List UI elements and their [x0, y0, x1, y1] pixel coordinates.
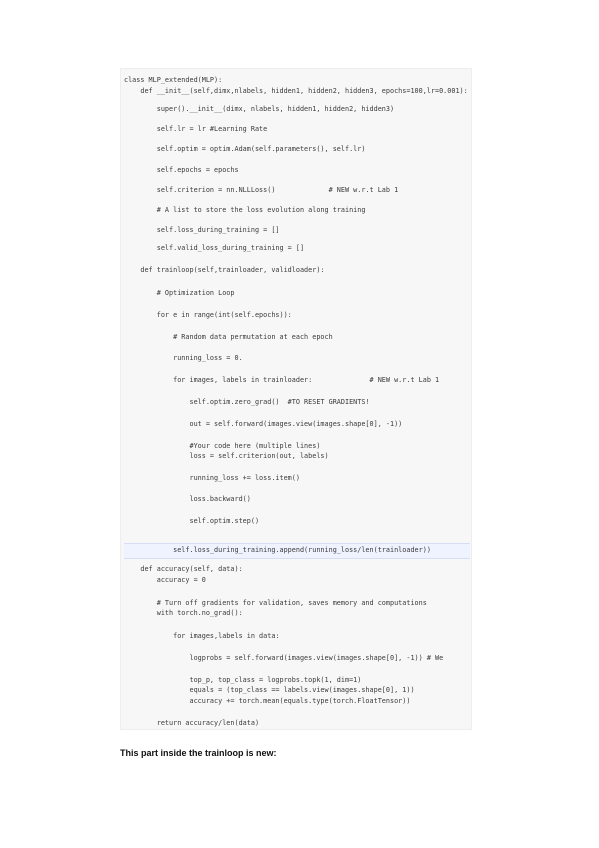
- code-line: self.optim = optim.Adam(self.parameters(…: [124, 145, 366, 153]
- code-line: # A list to store the loss evolution alo…: [124, 206, 366, 214]
- code-line: logprobs = self.forward(images.view(imag…: [124, 654, 444, 662]
- code-line: def trainloop(self,trainloader, validloa…: [124, 266, 325, 274]
- code-line: running_loss = 0.: [124, 354, 243, 362]
- caption-text: This part inside the trainloop is new:: [120, 748, 277, 758]
- code-line: # Turn off gradients for validation, sav…: [124, 599, 427, 607]
- code-line: out = self.forward(images.view(images.sh…: [124, 420, 403, 428]
- code-line: for e in range(int(self.epochs)):: [124, 311, 292, 319]
- code-line: loss = self.criterion(out, labels): [124, 452, 329, 460]
- code-line: #Your code here (multiple lines): [124, 442, 321, 450]
- code-line: equals = (top_class == labels.view(image…: [124, 686, 415, 694]
- code-line: self.optim.zero_grad() #TO RESET GRADIEN…: [124, 398, 370, 406]
- code-line: class MLP_extended(MLP):: [124, 76, 223, 84]
- code-line: loss.backward(): [124, 495, 251, 503]
- code-line: self.epochs = epochs: [124, 166, 239, 174]
- code-line: accuracy += torch.mean(equals.type(torch…: [124, 697, 411, 705]
- code-line: for images,labels in data:: [124, 632, 280, 640]
- code-line: # Optimization Loop: [124, 289, 235, 297]
- code-line: # Random data permutation at each epoch: [124, 333, 333, 341]
- code-line: self.criterion = nn.NLLLoss() # NEW w.r.…: [124, 186, 399, 194]
- code-line: for images, labels in trainloader: # NEW…: [124, 376, 440, 384]
- code-line: self.optim.step(): [124, 517, 260, 525]
- code-line: def __init__(self,dimx,nlabels, hidden1,…: [124, 87, 468, 95]
- code-line: with torch.no_grad():: [124, 609, 243, 617]
- code-line: self.loss_during_training.append(running…: [124, 546, 431, 554]
- code-line: running_loss += loss.item(): [124, 474, 300, 482]
- code-line: return accuracy/len(data): [124, 719, 260, 727]
- code-line: super().__init__(dimx, nlabels, hidden1,…: [124, 105, 395, 113]
- code-line: accuracy = 0: [124, 576, 206, 584]
- code-line: top_p, top_class = logprobs.topk(1, dim=…: [124, 676, 362, 684]
- code-line: self.loss_during_training = []: [124, 226, 280, 234]
- code-line: def accuracy(self, data):: [124, 565, 243, 573]
- code-line: self.valid_loss_during_training = []: [124, 244, 305, 252]
- code-line: self.lr = lr #Learning Rate: [124, 125, 268, 133]
